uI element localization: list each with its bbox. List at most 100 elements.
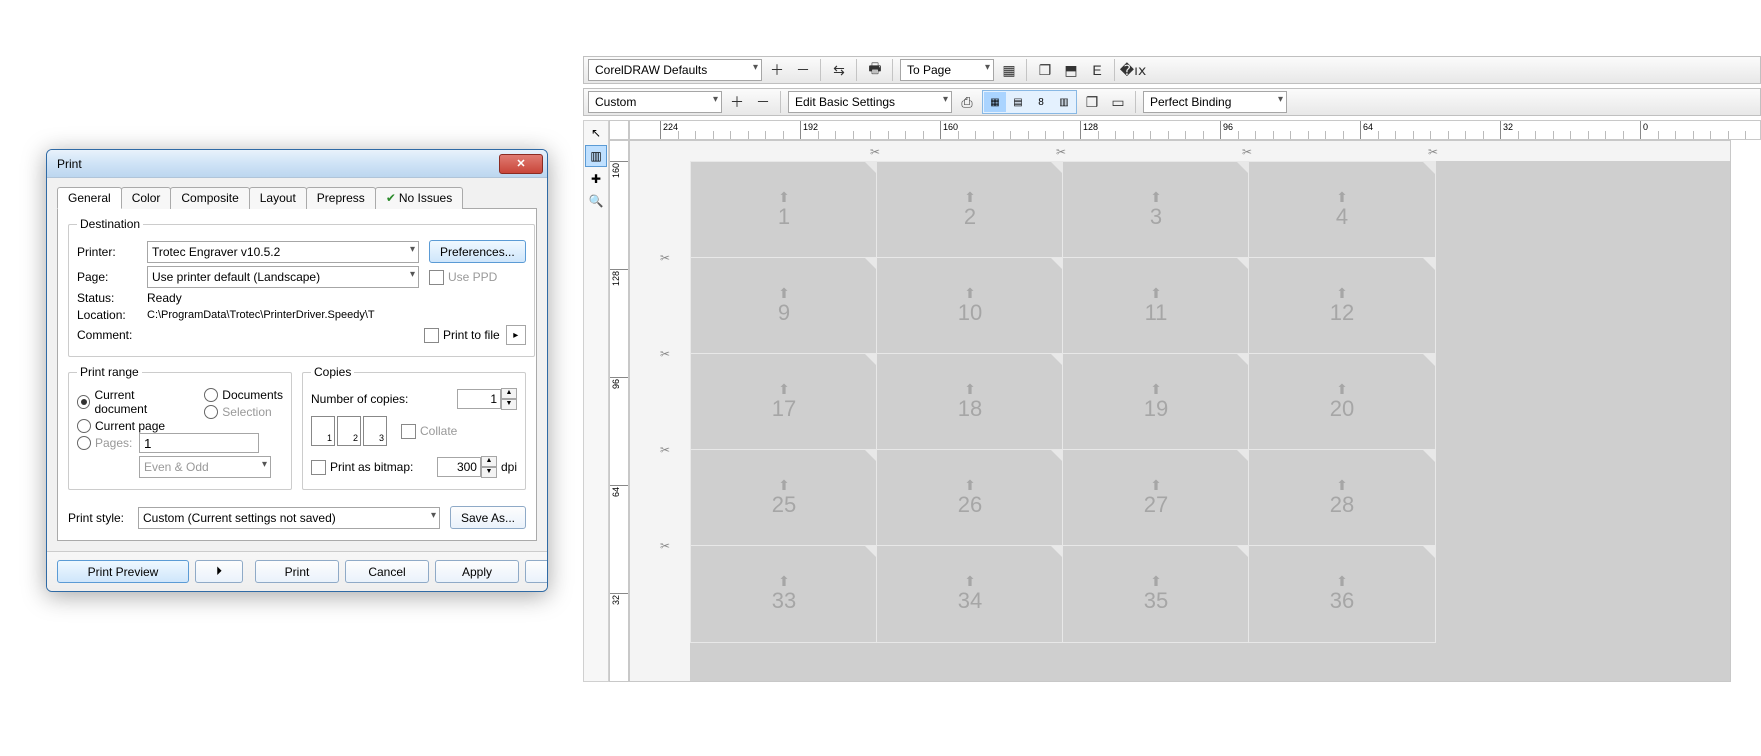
remove-layout-icon[interactable]: －	[752, 91, 774, 113]
apply-button[interactable]: Apply	[435, 560, 519, 583]
arrow-up-icon: ⬆	[964, 382, 976, 396]
imposition-tile[interactable]: ⬆27	[1062, 449, 1250, 547]
imposition-tile[interactable]: ⬆3	[1062, 161, 1250, 259]
imposition-tile[interactable]: ⬆11	[1062, 257, 1250, 355]
imposition-tile[interactable]: ⬆34	[876, 545, 1064, 643]
options-icon[interactable]: ⇆	[828, 59, 850, 81]
arrow-up-icon: ⬆	[964, 478, 976, 492]
add-layout-icon[interactable]: ＋	[726, 91, 748, 113]
clone-icon[interactable]: ❐	[1081, 91, 1103, 113]
add-preset-icon[interactable]: ＋	[766, 59, 788, 81]
imposition-tile[interactable]: ⬆35	[1062, 545, 1250, 643]
single-double-icon[interactable]: ▭	[1107, 91, 1129, 113]
zoom-tool-icon[interactable]: 🔍	[586, 191, 606, 211]
cell-down[interactable]: 8	[1030, 92, 1052, 112]
radio-documents[interactable]: Documents	[204, 388, 283, 402]
edit-basic-select[interactable]: Edit Basic Settings	[788, 91, 952, 113]
imposition-tile[interactable]: ⬆1	[690, 161, 878, 259]
imposition-cells[interactable]: ▦ ▤ 8 ▥	[982, 90, 1077, 114]
status-label: Status:	[77, 291, 147, 305]
imposition-tile[interactable]: ⬆33	[690, 545, 878, 643]
print-style-select[interactable]: Custom (Current settings not saved)	[138, 507, 440, 529]
print-preview-button[interactable]: Print Preview	[57, 560, 189, 583]
full-screen-icon[interactable]: ▦	[998, 59, 1020, 81]
even-odd-select[interactable]: Even & Odd	[139, 456, 271, 478]
tab-prepress[interactable]: Prepress	[306, 187, 376, 209]
ruler-tick: 224	[660, 121, 661, 139]
preferences-button[interactable]: Preferences...	[429, 240, 526, 263]
remove-preset-icon[interactable]: －	[792, 59, 814, 81]
collate-icon: 1 2 3	[311, 416, 387, 446]
help-button[interactable]: Help	[525, 560, 548, 583]
print-icon[interactable]: 🖶	[864, 59, 886, 81]
preset-select[interactable]: CorelDRAW Defaults	[588, 59, 762, 81]
print-bitmap-checkbox[interactable]: Print as bitmap:	[311, 460, 413, 475]
tile-number: 3	[1150, 204, 1162, 230]
marks-tool-icon[interactable]: ✚	[586, 169, 606, 189]
cell-across[interactable]: ▤	[1007, 92, 1029, 112]
print-button[interactable]: Print	[255, 560, 339, 583]
tile-number: 10	[958, 300, 982, 326]
imposition-tile[interactable]: ⬆2	[876, 161, 1064, 259]
imposition-tile[interactable]: ⬆19	[1062, 353, 1250, 451]
printer-label: Printer:	[77, 245, 147, 259]
tab-composite[interactable]: Composite	[170, 187, 249, 209]
close-preview-icon[interactable]: �ıⅹ	[1122, 59, 1144, 81]
cell-layout-icon[interactable]: ▦	[984, 92, 1006, 112]
mirror-icon[interactable]: ⬒	[1060, 59, 1082, 81]
ruler-tick: 192	[800, 121, 801, 139]
arrow-up-icon: ⬆	[964, 190, 976, 204]
binding-select[interactable]: Perfect Binding	[1143, 91, 1287, 113]
fit-select[interactable]: To Page	[900, 59, 994, 81]
num-copies-spinner[interactable]: ▲▼	[457, 388, 517, 410]
pages-input[interactable]	[139, 433, 259, 453]
tab-color[interactable]: Color	[121, 187, 172, 209]
imposition-tile[interactable]: ⬆10	[876, 257, 1064, 355]
tab-general[interactable]: General	[57, 187, 122, 209]
imposition-tile[interactable]: ⬆20	[1248, 353, 1436, 451]
num-copies-input[interactable]	[457, 389, 501, 409]
imposition-tool-icon[interactable]: ▥	[585, 145, 607, 167]
range-legend: Print range	[77, 365, 142, 379]
imposition-tile[interactable]: ⬆18	[876, 353, 1064, 451]
fold-icon	[1423, 354, 1435, 366]
print-to-file-checkbox[interactable]: Print to file	[424, 328, 500, 343]
layout-select[interactable]: Custom	[588, 91, 722, 113]
printer-select[interactable]: Trotec Engraver v10.5.2	[147, 241, 419, 263]
imposition-tile[interactable]: ⬆26	[876, 449, 1064, 547]
cancel-button[interactable]: Cancel	[345, 560, 429, 583]
radio-current-document[interactable]: Current document	[77, 388, 186, 416]
close-button[interactable]: ✕	[499, 154, 543, 174]
tab-layout[interactable]: Layout	[249, 187, 307, 209]
imposition-tile[interactable]: ⬆12	[1248, 257, 1436, 355]
imposition-tile[interactable]: ⬆36	[1248, 545, 1436, 643]
imposition-tile[interactable]: ⬆4	[1248, 161, 1436, 259]
tab-no-issues[interactable]: ✔No Issues	[375, 187, 463, 209]
spin-down[interactable]: ▼	[501, 399, 517, 410]
print-to-file-browse[interactable]: ▸	[506, 325, 526, 345]
imposition-tile[interactable]: ⬆25	[690, 449, 878, 547]
canvas[interactable]: ⬆1⬆2⬆3⬆4⬆9⬆10⬆11⬆12⬆17⬆18⬆19⬆20⬆25⬆26⬆27…	[629, 140, 1731, 682]
ruler-tick: 64	[610, 485, 628, 486]
pick-tool-icon[interactable]: ↖	[586, 123, 606, 143]
collate-checkbox: Collate	[401, 424, 457, 439]
imposition-tile[interactable]: ⬆28	[1248, 449, 1436, 547]
copy-icon[interactable]: ❐	[1034, 59, 1056, 81]
radio-current-page[interactable]: Current page	[77, 419, 186, 433]
imposition-tile[interactable]: ⬆9	[690, 257, 878, 355]
dpi-input[interactable]	[437, 457, 481, 477]
save-as-button[interactable]: Save As...	[450, 506, 526, 529]
titlebar: Print ✕	[47, 150, 547, 178]
arrow-up-icon: ⬆	[778, 286, 790, 300]
spin-up[interactable]: ▲	[501, 388, 517, 399]
pages-icon[interactable]: ⎙	[956, 91, 978, 113]
invert-icon[interactable]: E	[1086, 59, 1108, 81]
cell-more[interactable]: ▥	[1053, 92, 1075, 112]
dpi-down[interactable]: ▼	[481, 467, 497, 478]
location-label: Location:	[77, 308, 147, 322]
quick-preview-button[interactable]: ⏵	[195, 560, 243, 583]
imposition-tile[interactable]: ⬆17	[690, 353, 878, 451]
dpi-up[interactable]: ▲	[481, 456, 497, 467]
dpi-spinner[interactable]: ▲▼	[437, 456, 497, 478]
page-select[interactable]: Use printer default (Landscape)	[147, 266, 419, 288]
